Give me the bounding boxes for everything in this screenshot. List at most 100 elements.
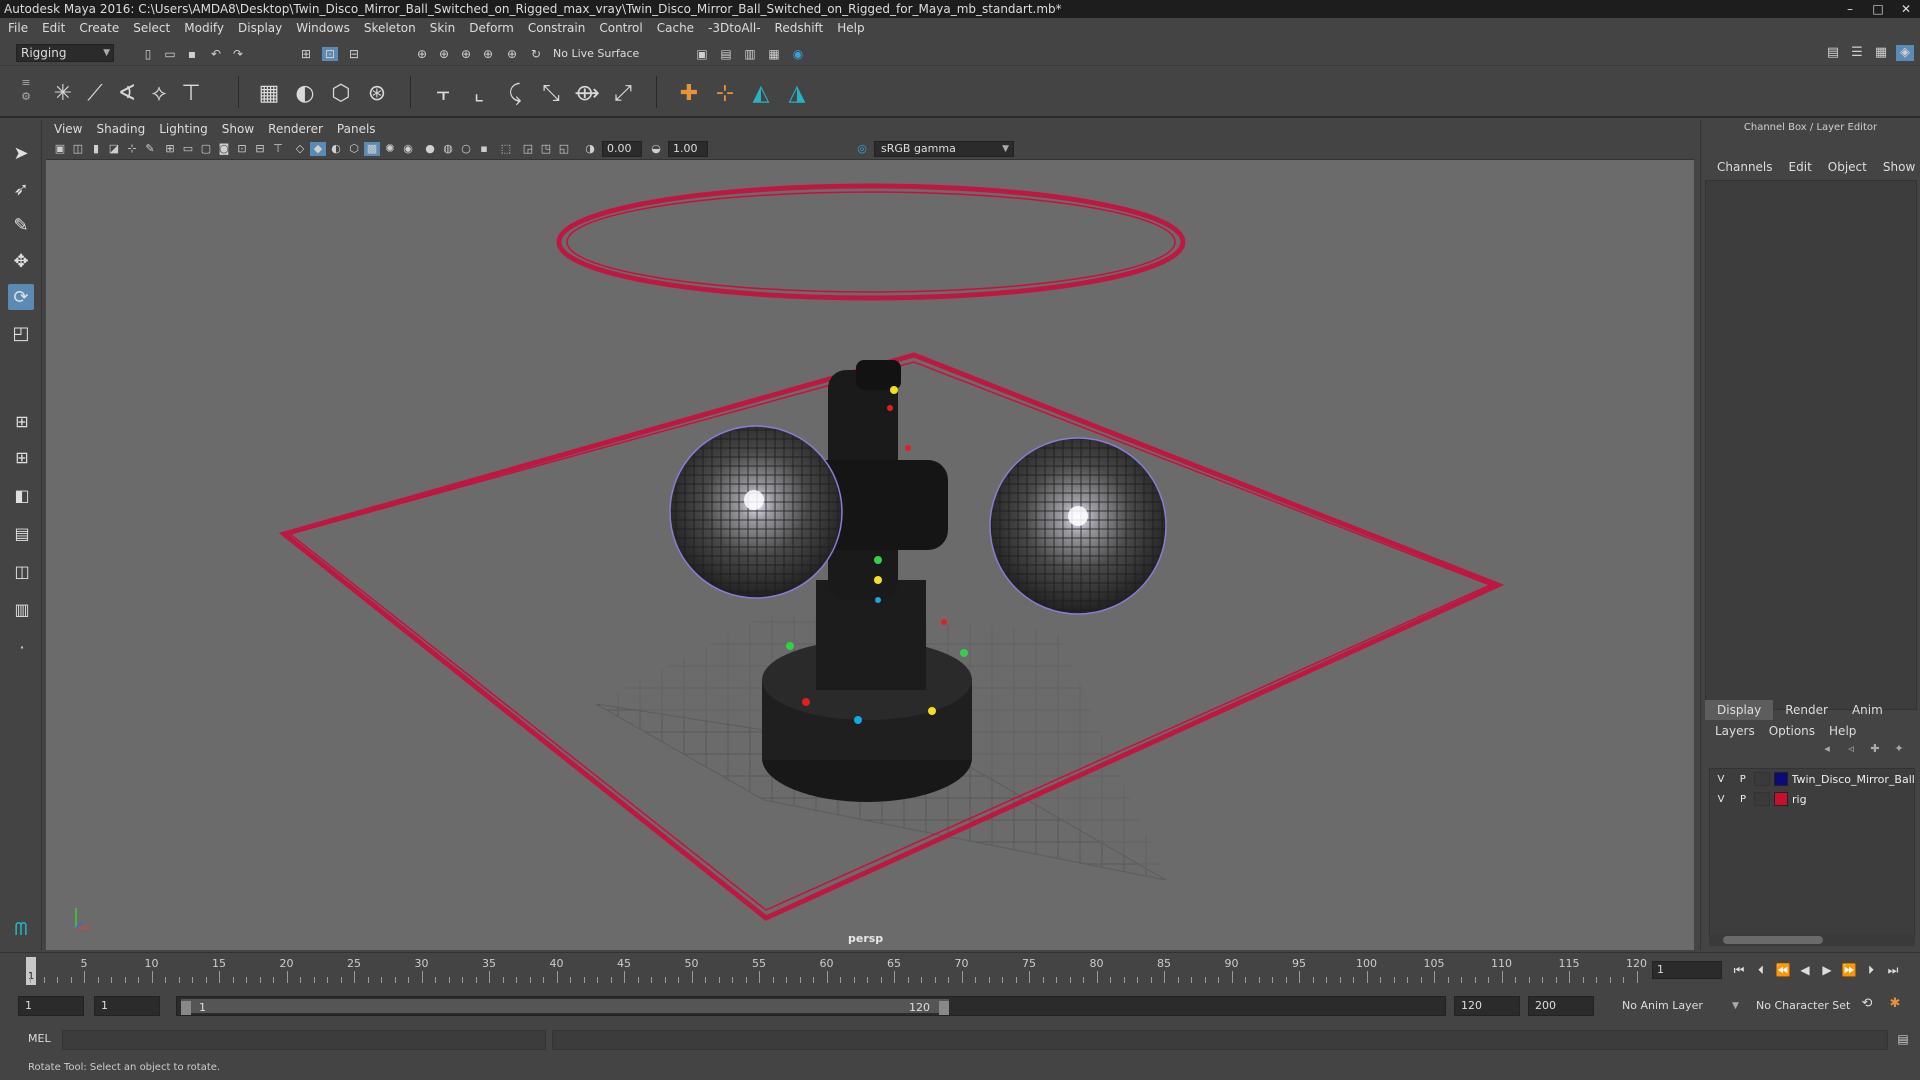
open-scene-icon[interactable]: ▭	[162, 47, 178, 61]
range-end-handle[interactable]	[939, 1001, 949, 1015]
select-tool-icon[interactable]: ➤	[8, 140, 34, 166]
current-frame-field[interactable]: 1	[1652, 961, 1722, 979]
image-plane-icon[interactable]: ◪	[106, 142, 122, 156]
playback-end-field[interactable]: 120	[1454, 996, 1520, 1016]
camera-select-icon[interactable]: ▣	[52, 142, 68, 156]
menu-help[interactable]: Help	[837, 21, 864, 35]
menu-control[interactable]: Control	[599, 21, 642, 35]
new-layer-from-selected-icon[interactable]: ✦	[1890, 742, 1908, 756]
snap-view-icon[interactable]: ⊕	[480, 47, 496, 61]
paint-select-icon[interactable]: ✎	[8, 212, 34, 238]
bookmark-icon[interactable]: ▮	[88, 142, 104, 156]
layer-row[interactable]: V P Twin_Disco_Mirror_Ball	[1710, 769, 1914, 789]
go-to-start-icon[interactable]: ⏮	[1730, 961, 1748, 979]
viewport-menu-view[interactable]: View	[54, 122, 82, 136]
point-constraint-icon[interactable]: ⌞	[464, 78, 494, 108]
ik-fk-icon[interactable]: ⊹	[710, 78, 740, 108]
move-layer-up-icon[interactable]: ◂	[1818, 742, 1836, 756]
move-tool-icon[interactable]: ✥	[8, 248, 34, 274]
redo-icon[interactable]: ↷	[230, 47, 246, 61]
orient-constraint-icon[interactable]: ⤹	[500, 78, 530, 108]
shadows-icon[interactable]: ◉	[400, 142, 416, 156]
tab-anim[interactable]: Anim	[1840, 700, 1895, 720]
wireframe-on-shaded-icon[interactable]: ⬡	[346, 142, 362, 156]
xray-joints-icon[interactable]: ◳	[538, 142, 554, 156]
menu-windows[interactable]: Windows	[296, 21, 350, 35]
depth-of-field-icon[interactable]: ▪	[476, 142, 492, 156]
menu-constrain[interactable]: Constrain	[528, 21, 586, 35]
view-transform-dropdown[interactable]: sRGB gamma ▼	[874, 141, 1014, 157]
snap-point-icon[interactable]: ⊕	[458, 47, 474, 61]
snap-grid-icon[interactable]: ⊕	[414, 47, 430, 61]
menu-edit[interactable]: Edit	[42, 21, 65, 35]
lattice-icon[interactable]: ⬡	[326, 78, 356, 108]
grease-pencil-icon[interactable]: ✎	[142, 142, 158, 156]
insert-joint-icon[interactable]: ⟡	[144, 78, 174, 108]
parent-constraint-icon[interactable]: ⫟	[428, 78, 458, 108]
lasso-tool-icon[interactable]: ➶	[8, 176, 34, 202]
menu-modify[interactable]: Modify	[184, 21, 224, 35]
four-view-icon[interactable]: ⊞	[8, 444, 36, 470]
outliner-persp-icon[interactable]: ▥	[8, 596, 36, 622]
ik-handle-icon[interactable]: ⟋	[80, 78, 110, 108]
layer-visibility-toggle[interactable]: V	[1710, 774, 1732, 785]
menu-create[interactable]: Create	[79, 21, 119, 35]
auto-key-icon[interactable]: ⟲	[1858, 996, 1876, 1014]
menu-skeleton[interactable]: Skeleton	[364, 21, 416, 35]
scale-constraint-icon[interactable]: ⤡	[536, 78, 566, 108]
layer-name[interactable]: rig	[1792, 793, 1807, 806]
two-d-pan-icon[interactable]: ⊹	[124, 142, 140, 156]
isolate-select-icon[interactable]: ⬚	[498, 142, 514, 156]
layer-playback-toggle[interactable]: P	[1732, 794, 1754, 805]
film-gate-icon[interactable]: ▭	[180, 142, 196, 156]
gamma-icon[interactable]: ◒	[648, 142, 664, 156]
hypershade-icon[interactable]: ◉	[790, 47, 806, 61]
locator-icon[interactable]: ✚	[674, 78, 704, 108]
animation-preferences-icon[interactable]: ✱	[1886, 996, 1904, 1014]
modeling-toolkit-icon[interactable]: ▤	[1824, 45, 1842, 61]
snap-rotate-icon[interactable]: ↻	[528, 47, 544, 61]
single-view-icon[interactable]: ⊞	[8, 408, 36, 434]
layer-menu-help[interactable]: Help	[1829, 724, 1856, 738]
custom-layout-icon[interactable]: ·	[8, 634, 36, 660]
character-set-dropdown[interactable]: No Character Set	[1756, 996, 1850, 1016]
layer-type-toggle[interactable]	[1753, 772, 1770, 786]
render-icon[interactable]: ▤	[718, 47, 734, 61]
joint-tool-icon[interactable]: ✳	[48, 78, 78, 108]
layer-visibility-toggle[interactable]: V	[1710, 794, 1732, 805]
render-settings-icon[interactable]: ▦	[766, 47, 782, 61]
menu-display[interactable]: Display	[238, 21, 282, 35]
aim-constraint-icon[interactable]: ⟴	[572, 78, 602, 108]
maximize-icon[interactable]: □	[1864, 0, 1892, 18]
motion-blur-icon[interactable]: ◍	[440, 142, 456, 156]
anim-layer-dropdown[interactable]: No Anim Layer	[1622, 996, 1703, 1016]
layer-name[interactable]: Twin_Disco_Mirror_Ball	[1792, 773, 1914, 786]
range-start-handle[interactable]	[181, 1001, 191, 1015]
cluster-icon[interactable]: ⊛	[362, 78, 392, 108]
menu-3dtoall[interactable]: -3DtoAll-	[708, 21, 760, 35]
layer-color-swatch[interactable]	[1774, 792, 1788, 806]
field-chart-icon[interactable]: ⊡	[234, 142, 250, 156]
gamma-field[interactable]: 1.00	[668, 141, 708, 157]
mirror-joint-icon[interactable]: ⊤	[176, 78, 206, 108]
minimize-icon[interactable]: –	[1836, 0, 1864, 18]
save-scene-icon[interactable]: ▪	[184, 47, 200, 61]
gate-mask-icon[interactable]: ◙	[216, 142, 232, 156]
ipr-render-icon[interactable]: ▥	[742, 47, 758, 61]
step-forward-key-icon[interactable]: ⏩	[1840, 961, 1858, 979]
viewport-menu-shading[interactable]: Shading	[96, 122, 145, 136]
play-forwards-icon[interactable]: ▶	[1818, 961, 1836, 979]
channel-box-menu-channels[interactable]: Channels	[1717, 160, 1773, 174]
safe-title-icon[interactable]: ⊤	[270, 142, 286, 156]
new-layer-icon[interactable]: ✚	[1866, 742, 1884, 756]
exposure-icon[interactable]: ◑	[582, 142, 598, 156]
snap-curve-icon[interactable]: ⊕	[436, 47, 452, 61]
grid-toggle-icon[interactable]: ⊞	[162, 142, 178, 156]
shelf-options-icon[interactable]: ≡ ⚙	[20, 76, 32, 110]
menu-skin[interactable]: Skin	[430, 21, 456, 35]
pole-vector-icon[interactable]: ⤢	[608, 78, 638, 108]
script-language-label[interactable]: MEL	[28, 1032, 51, 1045]
perspective-viewport[interactable]: persp	[46, 160, 1694, 950]
go-to-end-icon[interactable]: ⏭	[1884, 961, 1902, 979]
menu-select[interactable]: Select	[133, 21, 170, 35]
